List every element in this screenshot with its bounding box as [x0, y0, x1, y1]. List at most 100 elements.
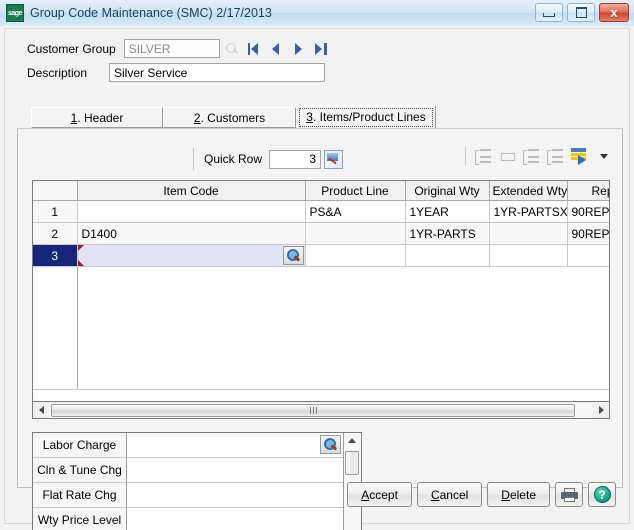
column-header-rownum[interactable]: [33, 181, 78, 201]
cell-product-line[interactable]: [305, 244, 406, 267]
last-record-button[interactable]: [314, 42, 327, 55]
cell-extended-wty[interactable]: 1YR-PARTSX: [489, 200, 568, 223]
lookup-magnifier-icon[interactable]: [282, 246, 304, 265]
row-number[interactable]: 3: [33, 244, 78, 267]
next-record-icon: [294, 43, 302, 55]
printer-icon: [560, 487, 578, 502]
print-button[interactable]: [555, 482, 583, 507]
table-row[interactable]: 2 D1400 1YR-PARTS 90REP: [33, 222, 609, 245]
scrollbar-track[interactable]: [49, 402, 593, 418]
tab-customers-label: . Customers: [200, 110, 266, 125]
tab-header-label: . Header: [77, 110, 124, 125]
description-input[interactable]: [109, 63, 325, 82]
window-title: Group Code Maintenance (SMC) 2/17/2013: [30, 6, 272, 20]
lookup-magnifier-icon[interactable]: [320, 435, 341, 454]
sage-icon: sage: [6, 4, 24, 22]
row-insert-after-icon[interactable]: [547, 148, 564, 165]
tab-customers[interactable]: 2. Customers: [163, 107, 296, 128]
row-number[interactable]: 2: [33, 222, 78, 245]
action-buttons: Accept Cancel Delete ?: [347, 482, 616, 507]
detail-value[interactable]: [127, 458, 343, 483]
tab-strip: 1. Header 2. Customers 3. Items/Product …: [31, 105, 609, 129]
accept-button[interactable]: Accept: [347, 482, 412, 507]
close-button[interactable]: x: [599, 3, 629, 22]
help-icon: ?: [593, 486, 611, 503]
quick-row-input[interactable]: [269, 149, 322, 169]
items-product-lines-panel: Quick Row 3 Item Code Product Line Origi…: [17, 128, 623, 530]
grid-horizontal-scrollbar[interactable]: [32, 402, 610, 419]
cell-original-wty[interactable]: [405, 244, 490, 267]
cell-repair-wty[interactable]: 90REP: [567, 200, 609, 223]
column-header-product-line[interactable]: Product Line: [305, 181, 406, 201]
tab-items-product-lines[interactable]: 3. Items/Product Lines: [296, 105, 436, 128]
detail-row-labor-charge[interactable]: Labor Charge: [33, 433, 343, 458]
items-grid[interactable]: Item Code Product Line Original Wty Exte…: [32, 180, 610, 402]
divider: [465, 147, 466, 165]
scroll-left-icon[interactable]: [33, 403, 49, 418]
record-nav: [247, 42, 327, 55]
cell-extended-wty[interactable]: [489, 222, 568, 245]
grid-settings-icon[interactable]: [571, 148, 590, 165]
scrollbar-thumb[interactable]: [345, 451, 359, 475]
cell-original-wty[interactable]: 1YR-PARTS: [405, 222, 490, 245]
cell-extended-wty[interactable]: [489, 244, 568, 267]
chevron-down-icon[interactable]: [600, 153, 608, 159]
description-row: Description: [27, 63, 325, 82]
delete-button[interactable]: Delete: [487, 482, 550, 507]
detail-row-wty-price-level[interactable]: Wty Price Level: [33, 508, 343, 530]
maximize-icon: [575, 7, 587, 18]
title-bar: sage Group Code Maintenance (SMC) 2/17/2…: [0, 0, 634, 27]
detail-label: Cln & Tune Chg: [33, 458, 127, 483]
description-label: Description: [27, 65, 88, 80]
delete-accel: D: [501, 487, 510, 502]
cell-original-wty[interactable]: 1YEAR: [405, 200, 490, 223]
detail-label: Labor Charge: [33, 433, 127, 458]
first-record-button[interactable]: [247, 42, 261, 55]
column-header-item-code[interactable]: Item Code: [77, 181, 306, 201]
column-header-original-wty[interactable]: Original Wty: [405, 181, 490, 201]
cancel-button[interactable]: Cancel: [416, 482, 483, 507]
detail-value[interactable]: [127, 508, 343, 530]
grid-table: Item Code Product Line Original Wty Exte…: [33, 181, 609, 390]
cancel-accel: C: [430, 487, 440, 502]
column-header-extended-wty[interactable]: Extended Wty: [489, 181, 568, 201]
cell-repair-wty[interactable]: [567, 244, 609, 267]
table-row-selected[interactable]: 3: [33, 244, 609, 267]
row-insert-icon[interactable]: [475, 148, 492, 165]
row-collapse-icon[interactable]: [499, 149, 516, 164]
cell-item-code[interactable]: [77, 200, 306, 223]
customer-group-lookup-icon[interactable]: [224, 41, 240, 57]
scrollbar-grip: [309, 406, 317, 414]
table-row[interactable]: 1 PS&A 1YEAR 1YR-PARTSX 90REP: [33, 200, 609, 223]
grid-toolbar: [465, 147, 608, 165]
detail-value[interactable]: [127, 483, 343, 508]
column-header-repair-wty[interactable]: Repair W: [567, 181, 609, 201]
cell-item-code[interactable]: D1400: [77, 222, 306, 245]
cell-product-line[interactable]: [305, 222, 406, 245]
tab-header[interactable]: 1. Header: [31, 107, 163, 128]
previous-record-button[interactable]: [270, 42, 283, 55]
maximize-button[interactable]: [567, 3, 595, 22]
client-area: Customer Group SILVER Description Silver…: [0, 26, 634, 530]
cell-item-code-active[interactable]: [77, 244, 306, 267]
row-insert-before-icon[interactable]: [523, 148, 540, 165]
help-button[interactable]: ?: [588, 482, 616, 507]
cancel-label: ancel: [439, 487, 469, 502]
detail-value[interactable]: [127, 433, 343, 458]
detail-row-cln-tune-chg[interactable]: Cln & Tune Chg: [33, 458, 343, 483]
cell-product-line[interactable]: PS&A: [305, 200, 406, 223]
customer-group-input[interactable]: [123, 39, 220, 58]
scroll-up-icon[interactable]: [344, 433, 360, 448]
next-record-button[interactable]: [292, 42, 305, 55]
row-number[interactable]: 1: [33, 200, 78, 223]
scroll-right-icon[interactable]: [593, 403, 609, 418]
quick-row-icon[interactable]: [324, 149, 344, 169]
close-icon: x: [610, 5, 618, 20]
previous-record-icon: [271, 43, 279, 55]
minimize-button[interactable]: [535, 3, 563, 22]
window-controls: x: [535, 3, 629, 22]
application-window: sage Group Code Maintenance (SMC) 2/17/2…: [0, 0, 634, 530]
detail-row-flat-rate-chg[interactable]: Flat Rate Chg: [33, 483, 343, 508]
cell-repair-wty[interactable]: 90REP: [567, 222, 609, 245]
scrollbar-thumb[interactable]: [51, 403, 575, 417]
